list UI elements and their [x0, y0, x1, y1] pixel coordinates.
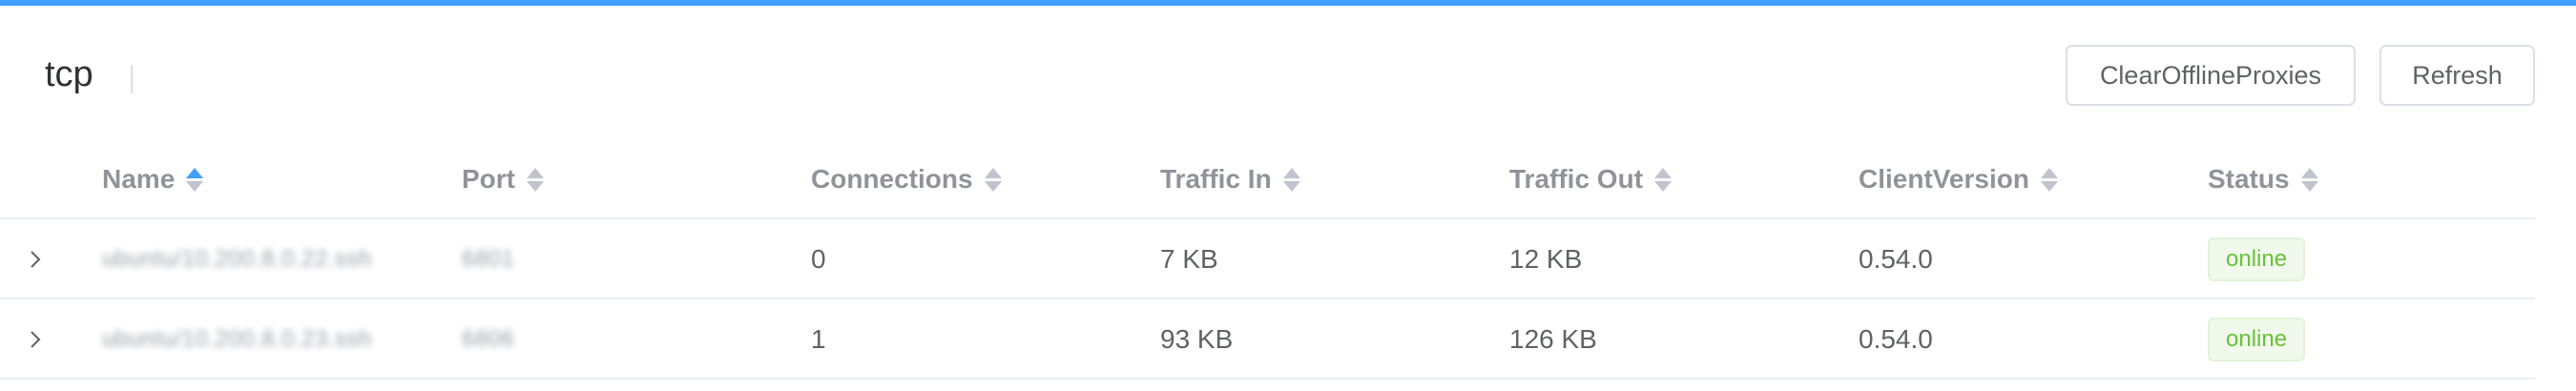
column-header-name[interactable]: Name — [102, 139, 204, 219]
proxy-port-text: 6801 — [462, 246, 515, 272]
column-header-client-version-label: ClientVersion — [1859, 164, 2029, 194]
title-divider — [131, 65, 133, 93]
proxy-connections: 1 — [811, 324, 826, 354]
proxy-name: ubuntu/10.200.8.0.23.ssh — [102, 299, 372, 380]
sort-icon[interactable] — [984, 166, 1002, 193]
table-row[interactable]: ubuntu/10.200.8.0.22.ssh 6801 0 7 KB 12 … — [0, 219, 2535, 299]
proxy-client-version: 0.54.0 — [1859, 324, 1933, 354]
table-row[interactable]: ubuntu/10.200.8.0.23.ssh 6806 1 93 KB 12… — [0, 299, 2535, 380]
column-header-port-label: Port — [462, 164, 515, 194]
proxy-connections: 0 — [811, 244, 826, 274]
proxy-status: online — [2208, 299, 2306, 380]
column-header-connections[interactable]: Connections — [811, 139, 1002, 219]
column-header-name-label: Name — [102, 164, 176, 194]
proxy-status: online — [2208, 219, 2306, 299]
sort-icon[interactable] — [527, 166, 544, 193]
column-header-traffic-out[interactable]: Traffic Out — [1509, 139, 1672, 219]
column-header-traffic-out-label: Traffic Out — [1509, 164, 1644, 194]
proxy-port: 6806 — [462, 299, 514, 380]
chevron-right-icon[interactable] — [25, 247, 46, 272]
proxy-traffic-out: 12 KB — [1509, 244, 1583, 274]
proxy-port: 6801 — [462, 219, 514, 299]
column-header-traffic-in-label: Traffic In — [1160, 164, 1272, 194]
page-title: tcp — [45, 54, 93, 94]
refresh-button[interactable]: Refresh — [2379, 45, 2535, 106]
proxy-traffic-in: 7 KB — [1160, 244, 1218, 274]
column-header-connections-label: Connections — [811, 164, 973, 194]
clear-offline-proxies-button[interactable]: ClearOfflineProxies — [2066, 45, 2356, 106]
sort-icon[interactable] — [1654, 166, 1672, 193]
page-header: tcp ClearOfflineProxies Refresh — [0, 6, 2576, 139]
proxy-name-text: ubuntu/10.200.8.0.23.ssh — [102, 326, 372, 352]
sort-icon[interactable] — [1282, 166, 1300, 193]
status-badge: online — [2208, 237, 2306, 281]
sort-icon[interactable] — [2040, 166, 2058, 193]
proxy-port-text: 6806 — [462, 326, 515, 352]
table-header: Name Port Connections Traffic In Traffic… — [0, 139, 2535, 219]
column-header-traffic-in[interactable]: Traffic In — [1160, 139, 1300, 219]
column-header-port[interactable]: Port — [462, 139, 544, 219]
column-header-status[interactable]: Status — [2208, 139, 2318, 219]
proxy-client-version: 0.54.0 — [1859, 244, 1933, 274]
proxy-traffic-in: 93 KB — [1160, 324, 1234, 354]
column-header-client-version[interactable]: ClientVersion — [1859, 139, 2058, 219]
proxy-traffic-out: 126 KB — [1509, 324, 1597, 354]
proxy-name: ubuntu/10.200.8.0.22.ssh — [102, 219, 372, 299]
proxy-name-text: ubuntu/10.200.8.0.22.ssh — [102, 246, 372, 272]
sort-icon[interactable] — [186, 166, 204, 193]
chevron-right-icon[interactable] — [25, 327, 46, 352]
status-badge: online — [2208, 318, 2306, 361]
proxy-table: Name Port Connections Traffic In Traffic… — [0, 139, 2535, 380]
sort-icon[interactable] — [2300, 166, 2318, 193]
column-header-status-label: Status — [2208, 164, 2290, 194]
